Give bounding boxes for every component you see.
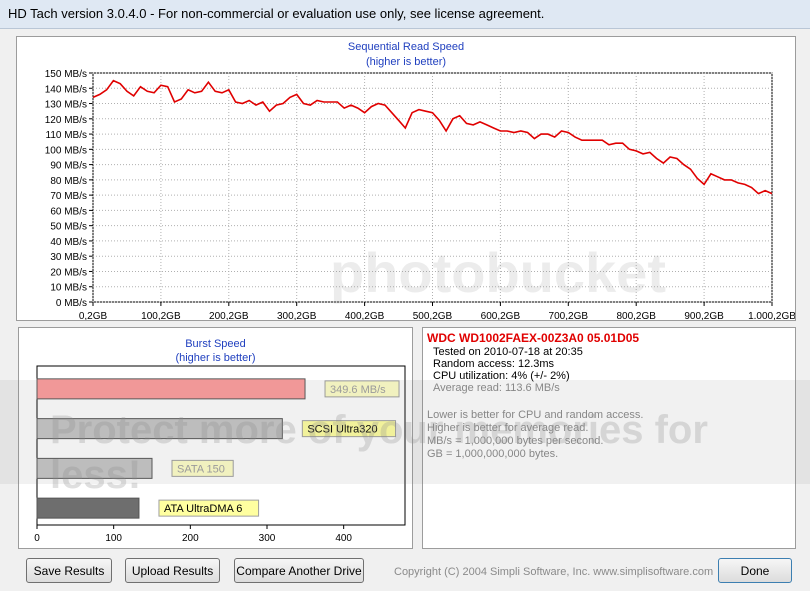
x-tick-label: 800,2GB (616, 311, 656, 320)
save-results-button[interactable]: Save Results (26, 558, 112, 583)
burst-bar-label: ATA UltraDMA 6 (164, 503, 242, 515)
x-tick-label: 500,2GB (413, 311, 453, 320)
burst-x-tick-label: 0 (34, 533, 40, 544)
y-tick-label: 60 MB/s (50, 206, 87, 217)
y-tick-label: 40 MB/s (50, 237, 87, 248)
compare-drive-button[interactable]: Compare Another Drive (234, 558, 364, 583)
y-tick-label: 30 MB/s (50, 252, 87, 263)
burst-x-tick-label: 300 (259, 533, 276, 544)
x-tick-label: 1.000,2GB (748, 311, 795, 320)
y-tick-label: 130 MB/s (45, 100, 87, 111)
x-tick-label: 0,2GB (79, 311, 108, 320)
burst-x-tick-label: 400 (335, 533, 352, 544)
y-tick-label: 90 MB/s (50, 161, 87, 172)
x-tick-label: 600,2GB (481, 311, 521, 320)
burst-x-tick-label: 100 (105, 533, 122, 544)
y-tick-label: 50 MB/s (50, 222, 87, 233)
upload-results-button[interactable]: Upload Results (125, 558, 220, 583)
y-tick-label: 20 MB/s (50, 267, 87, 278)
copyright-text: Copyright (C) 2004 Simpli Software, Inc.… (394, 566, 714, 578)
watermark-banner: Protect more of your memories for less! (0, 380, 810, 497)
window-title: HD Tach version 3.0.4.0 - For non-commer… (8, 6, 545, 21)
watermark-banner-text: Protect more of your memories for less! (50, 408, 708, 497)
title-bar: HD Tach version 3.0.4.0 - For non-commer… (0, 0, 810, 29)
x-tick-label: 700,2GB (549, 311, 589, 320)
drive-model: WDC WD1002FAEX-00Z3A0 05.01D05 (427, 331, 640, 345)
done-button[interactable]: Done (718, 558, 792, 583)
y-tick-label: 100 MB/s (45, 145, 87, 156)
watermark-logo: photobucket (330, 241, 666, 304)
y-tick-label: 150 MB/s (45, 69, 87, 80)
x-tick-label: 400,2GB (345, 311, 385, 320)
y-tick-label: 70 MB/s (50, 191, 87, 202)
random-access: Random access: 12.3ms (433, 358, 555, 370)
x-tick-label: 900,2GB (684, 311, 724, 320)
x-tick-label: 300,2GB (277, 311, 317, 320)
y-tick-label: 110 MB/s (46, 130, 88, 141)
x-tick-label: 100,2GB (141, 311, 181, 320)
y-tick-label: 80 MB/s (50, 176, 87, 187)
burst-x-tick-label: 200 (182, 533, 199, 544)
burst-bar (36, 497, 140, 519)
tested-on: Tested on 2010-07-18 at 20:35 (433, 346, 583, 358)
y-tick-label: 0 MB/s (56, 298, 87, 309)
y-tick-label: 140 MB/s (45, 84, 87, 95)
x-tick-label: 200,2GB (209, 311, 249, 320)
y-tick-label: 120 MB/s (45, 115, 87, 126)
y-tick-label: 10 MB/s (50, 283, 87, 294)
